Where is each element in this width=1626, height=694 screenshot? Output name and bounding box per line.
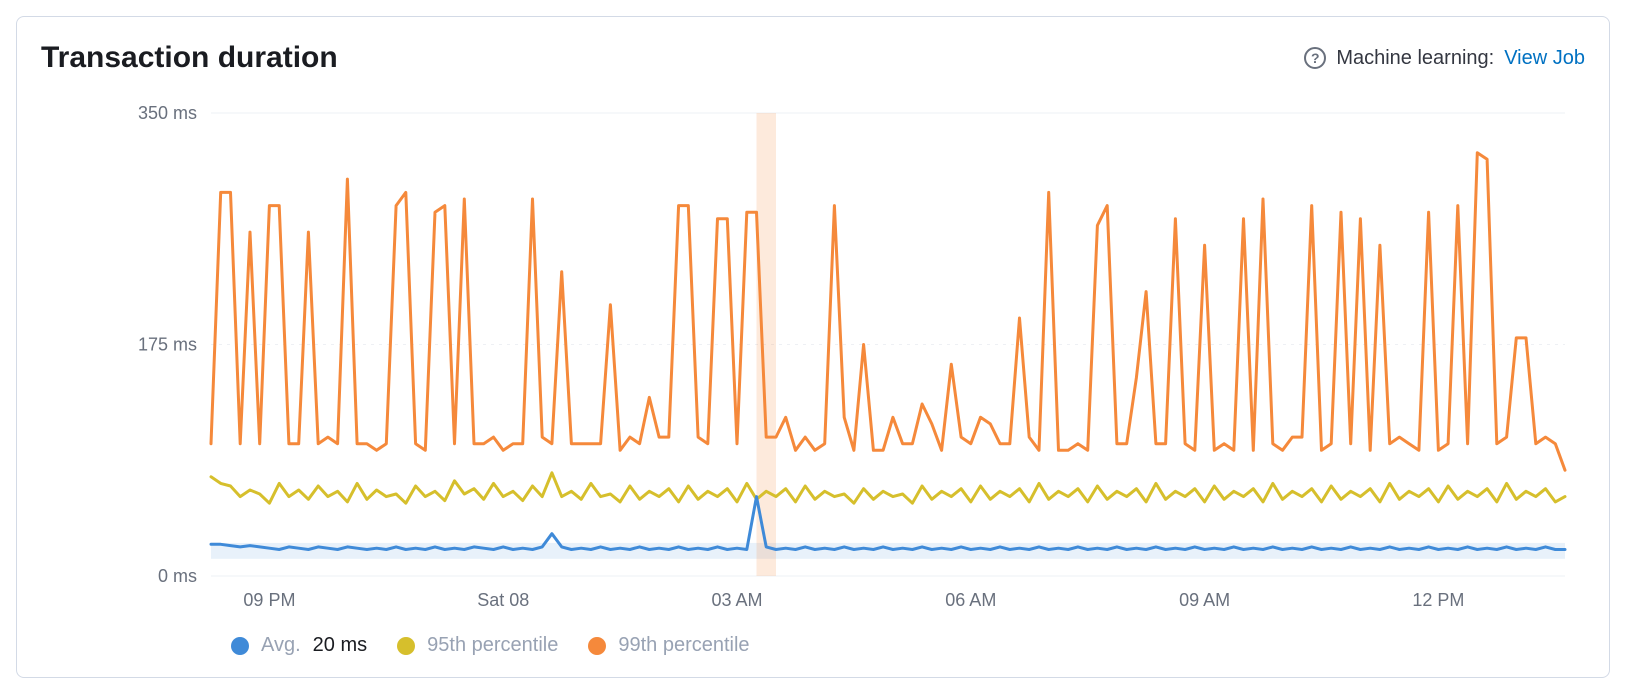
series-99th-percentile (211, 153, 1565, 471)
legend-label-avg: Avg. (261, 634, 301, 657)
legend-item-p95[interactable]: 95th percentile (397, 634, 558, 657)
legend-dot-p99 (588, 637, 606, 655)
legend-dot-p95 (397, 637, 415, 655)
series-95th-percentile (211, 473, 1565, 503)
anomaly-confidence-band (211, 543, 1565, 559)
svg-text:03 AM: 03 AM (711, 590, 762, 610)
svg-text:350 ms: 350 ms (138, 103, 197, 123)
legend-label-p95: 95th percentile (427, 634, 558, 657)
chart-area[interactable]: 0 ms 175 ms 350 ms 09 PM Sat 08 03 AM 06 AM 09 … (41, 83, 1585, 626)
legend-value-avg: 20 ms (313, 634, 367, 657)
svg-text:09 PM: 09 PM (243, 590, 295, 610)
panel-header: Transaction duration ? Machine learning:… (41, 41, 1585, 75)
chart-svg: 0 ms 175 ms 350 ms 09 PM Sat 08 03 AM 06 AM 09 … (41, 83, 1585, 626)
svg-text:12 PM: 12 PM (1412, 590, 1464, 610)
legend-dot-avg (231, 637, 249, 655)
panel-title: Transaction duration (41, 41, 338, 75)
help-icon[interactable]: ? (1304, 47, 1326, 69)
svg-text:06 AM: 06 AM (945, 590, 996, 610)
machine-learning-block: ? Machine learning: View Job (1304, 47, 1585, 70)
svg-text:175 ms: 175 ms (138, 335, 197, 355)
legend: Avg. 20 ms 95th percentile 99th percenti… (41, 626, 1585, 661)
view-job-link[interactable]: View Job (1504, 47, 1585, 70)
legend-item-p99[interactable]: 99th percentile (588, 634, 749, 657)
ml-label: Machine learning: (1336, 47, 1494, 70)
svg-text:0 ms: 0 ms (158, 566, 197, 586)
series-avg- (211, 497, 1565, 550)
legend-item-avg[interactable]: Avg. 20 ms (231, 634, 367, 657)
svg-text:09 AM: 09 AM (1179, 590, 1230, 610)
svg-text:Sat 08: Sat 08 (477, 590, 529, 610)
legend-label-p99: 99th percentile (618, 634, 749, 657)
transaction-duration-panel: Transaction duration ? Machine learning:… (16, 16, 1610, 678)
